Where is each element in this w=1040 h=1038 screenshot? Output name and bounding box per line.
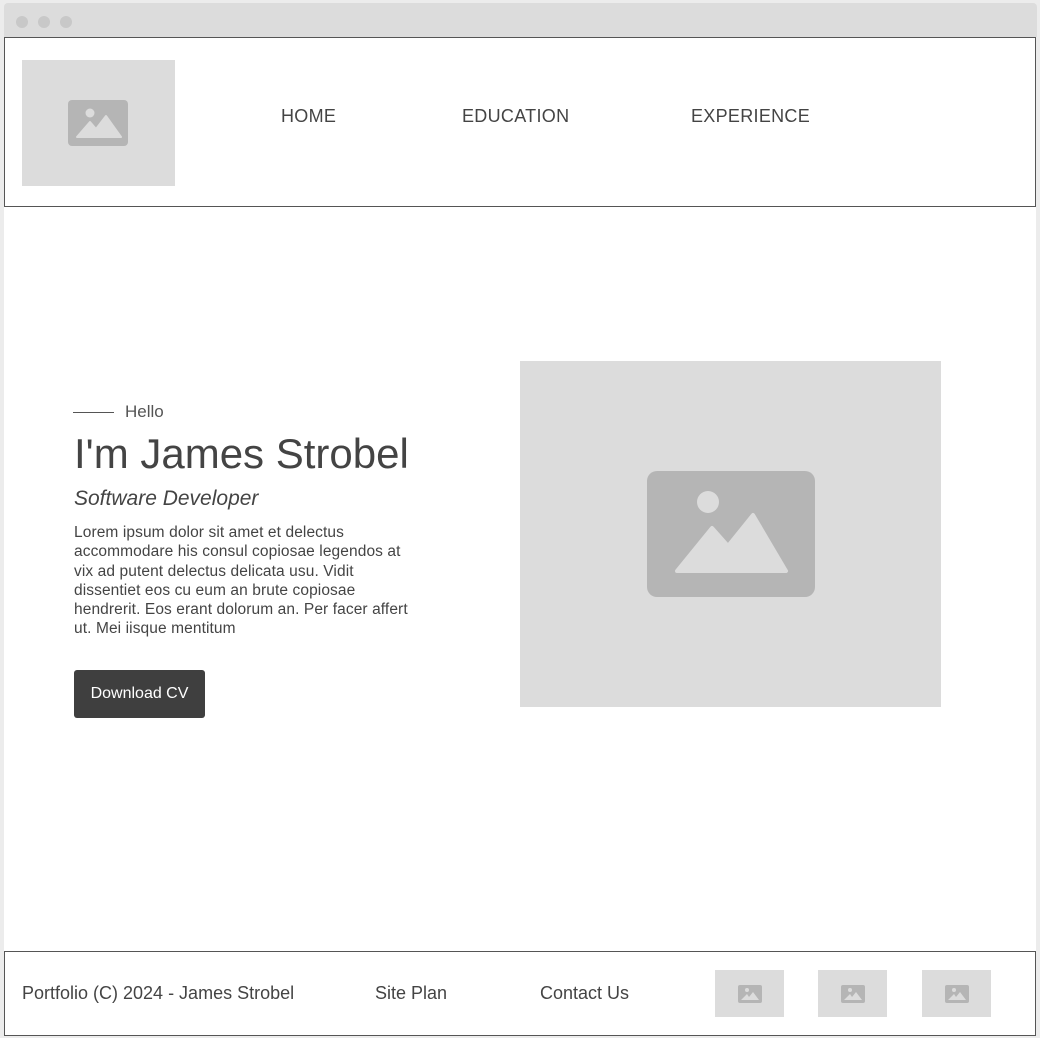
hero-bio: Lorem ipsum dolor sit amet et delectus a… [74,524,408,638]
window-maximize-dot[interactable] [60,16,72,28]
logo[interactable] [22,60,175,186]
site-header: HOME EDUCATION EXPERIENCE [4,37,1036,207]
window-close-dot[interactable] [16,16,28,28]
nav-education[interactable]: EDUCATION [462,106,569,127]
social-link-1[interactable] [715,970,784,1017]
social-link-2[interactable] [818,970,887,1017]
image-placeholder-icon [647,471,815,597]
footer-site-plan-link[interactable]: Site Plan [375,983,447,1004]
page: HOME EDUCATION EXPERIENCE Hello I'm Jame… [4,37,1036,1036]
nav-home[interactable]: HOME [281,106,336,127]
nav-experience[interactable]: EXPERIENCE [691,106,810,127]
greeting-divider [73,412,114,413]
hero-image [520,361,941,707]
image-placeholder-icon [68,100,128,146]
download-cv-button[interactable]: Download CV [74,670,205,718]
browser-title-bar [4,3,1037,37]
footer-copyright: Portfolio (C) 2024 - James Strobel [22,983,295,1003]
image-placeholder-icon [738,985,762,1003]
hero-role: Software Developer [74,487,259,510]
hero-greeting: Hello [125,402,164,421]
image-placeholder-icon [841,985,865,1003]
hero-name: I'm James Strobel [74,430,409,477]
window-minimize-dot[interactable] [38,16,50,28]
social-link-3[interactable] [922,970,991,1017]
image-placeholder-icon [945,985,969,1003]
footer-contact-link[interactable]: Contact Us [540,983,629,1004]
site-footer: Portfolio (C) 2024 - James Strobel Site … [4,951,1036,1036]
